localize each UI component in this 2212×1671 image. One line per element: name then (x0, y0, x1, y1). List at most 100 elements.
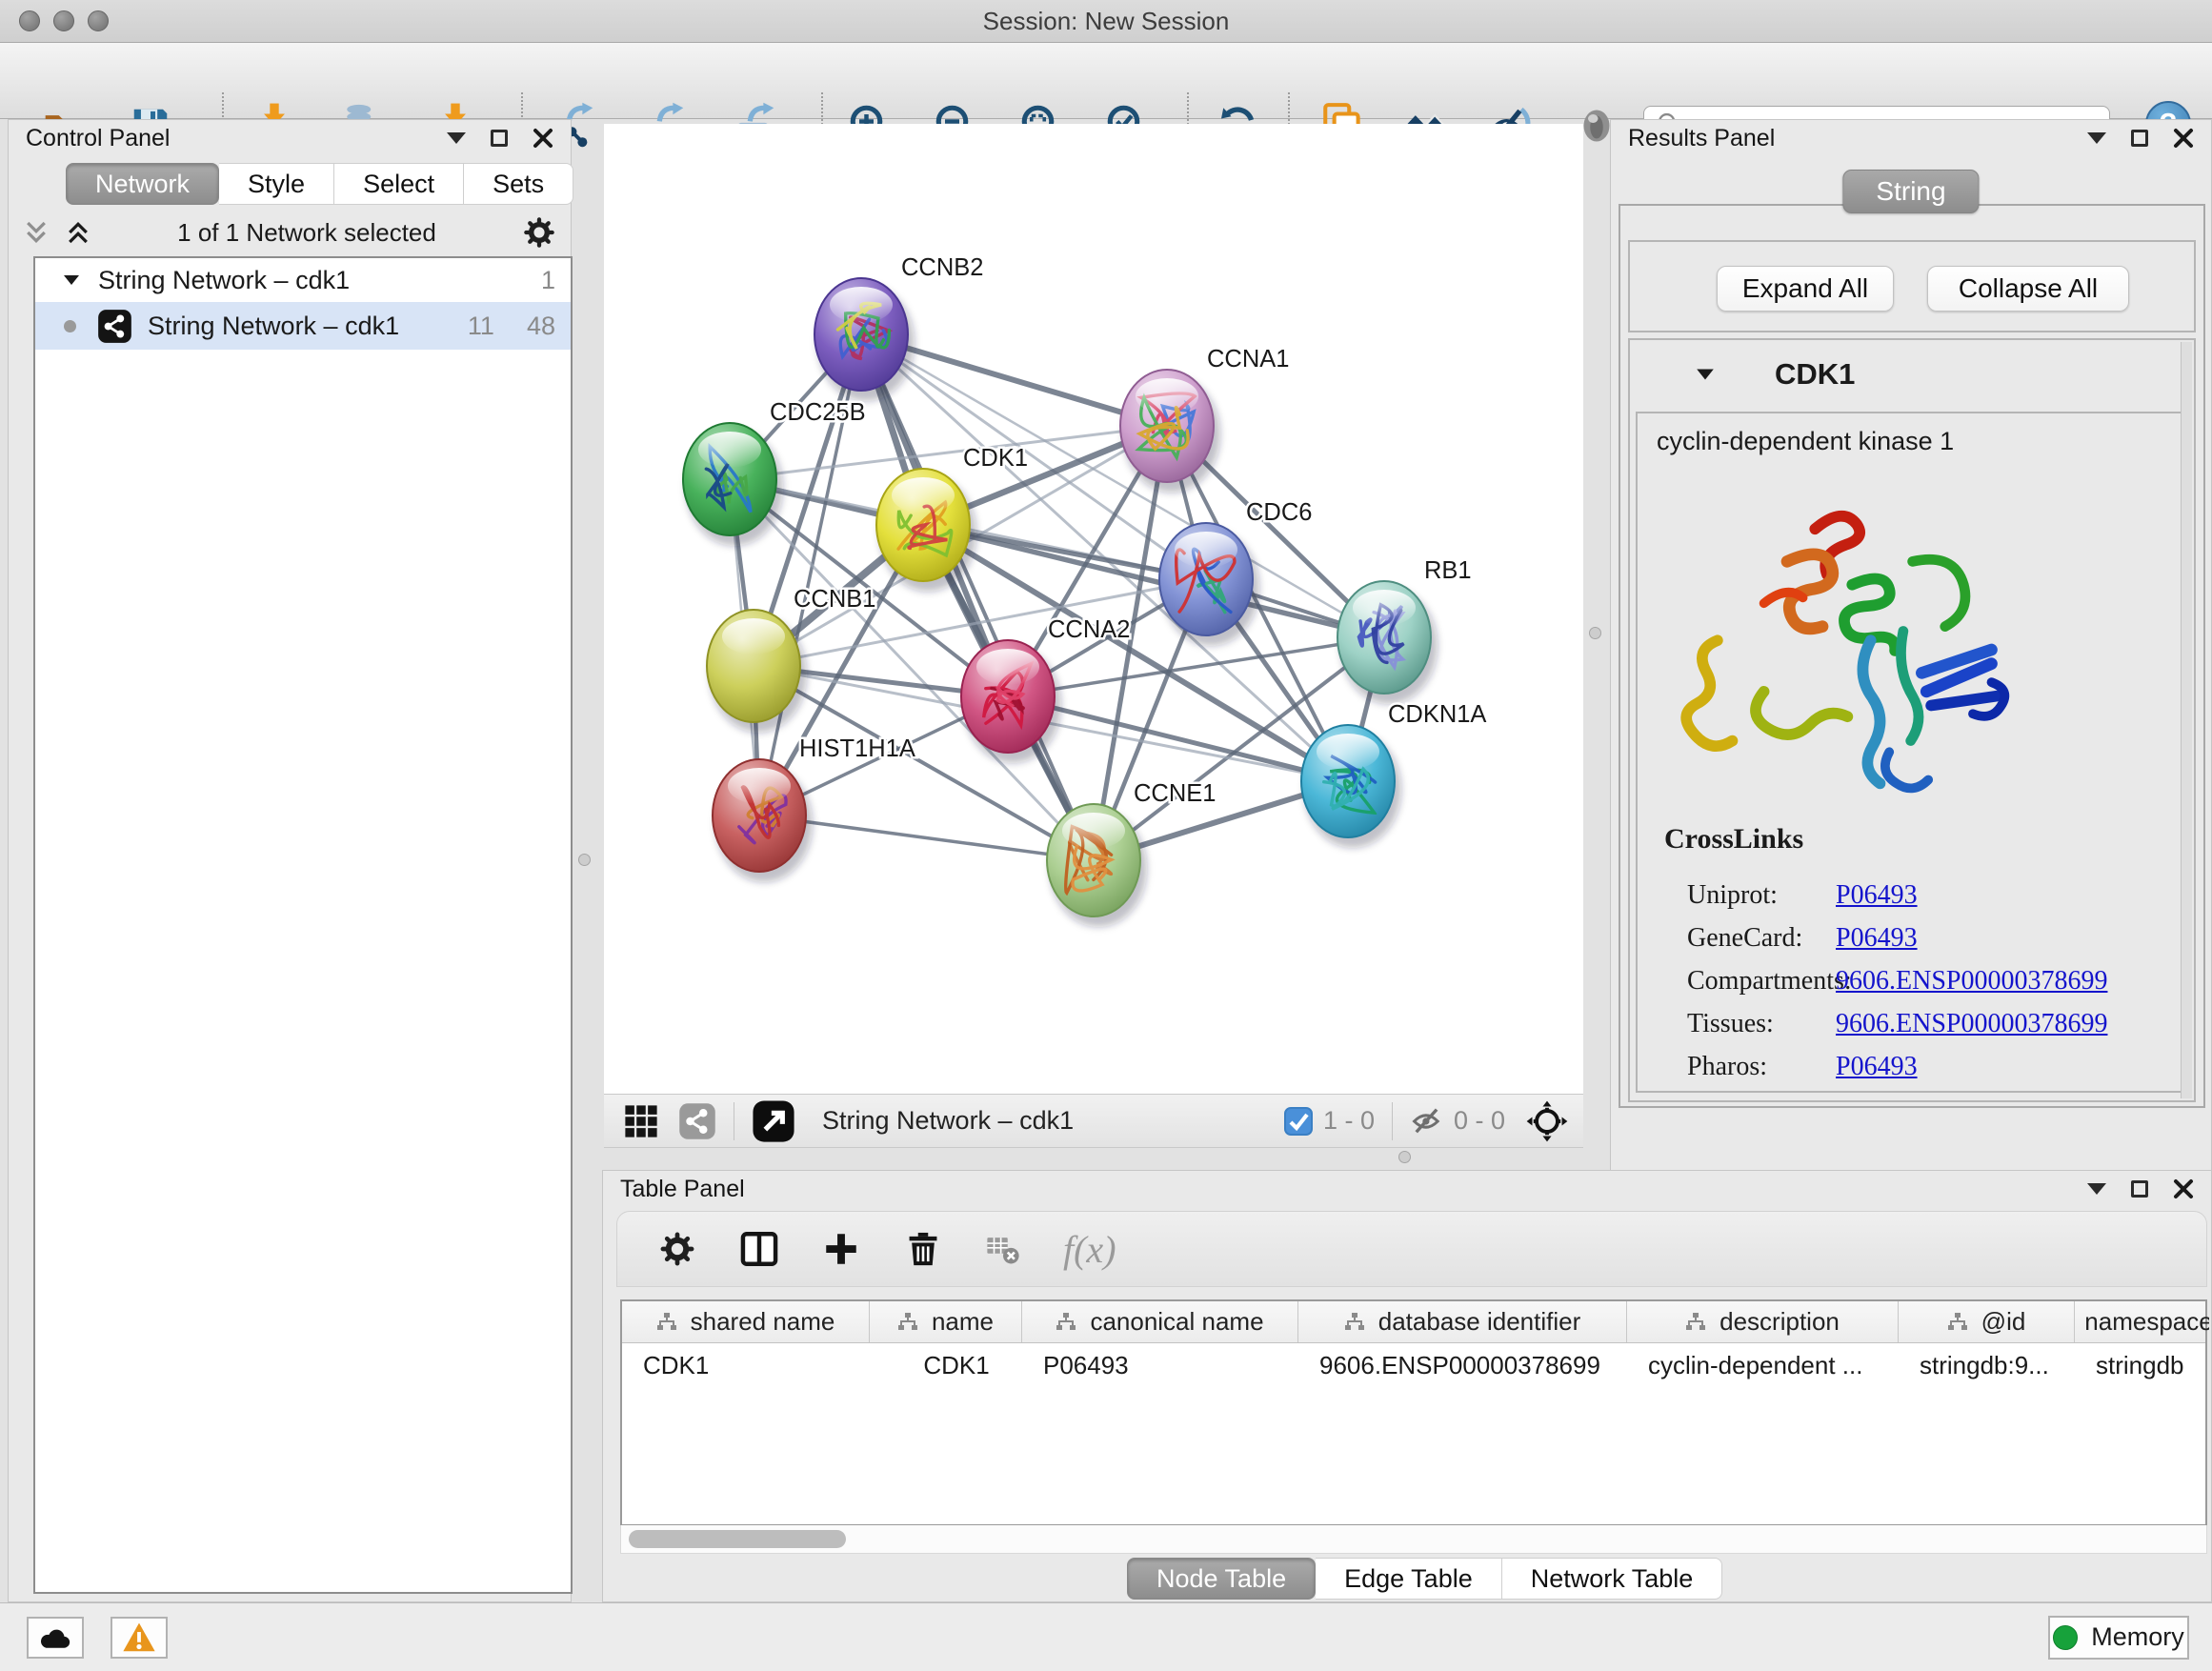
column-header-name[interactable]: name (870, 1301, 1022, 1342)
warning-status-button[interactable] (111, 1617, 168, 1659)
table-cell[interactable]: P06493 (1022, 1351, 1298, 1380)
column-header-canonical-name[interactable]: canonical name (1022, 1301, 1298, 1342)
panel-close-icon[interactable] (2173, 128, 2194, 149)
cytoscape-window: { "window": { "title": "Session: New Ses… (0, 0, 2212, 1671)
network-row-selected[interactable]: String Network – cdk1 11 48 (35, 302, 571, 350)
crosslink-pharos[interactable]: P06493 (1836, 1052, 1918, 1090)
selected-checkbox-icon[interactable] (1283, 1106, 1314, 1137)
panel-float-icon[interactable] (491, 130, 508, 147)
table-cell[interactable]: stringdb (2075, 1351, 2209, 1380)
collapse-all-button[interactable]: Collapse All (1927, 266, 2129, 312)
network-label: String Network – cdk1 (148, 312, 399, 341)
tab-node-table[interactable]: Node Table (1127, 1558, 1316, 1600)
crosslink-label: Tissues: (1687, 1009, 1836, 1047)
bottom-splitter-handle[interactable] (1398, 1151, 1411, 1163)
table-panel: Table Panel f(x) shared namenamecanonica… (602, 1170, 2212, 1602)
add-column-icon[interactable] (821, 1229, 861, 1269)
results-panel-header: Results Panel (1611, 120, 2211, 156)
crosslink-tissues[interactable]: 9606.ENSP00000378699 (1836, 1009, 2107, 1047)
table-cell[interactable]: 9606.ENSP00000378699 (1298, 1351, 1627, 1380)
pan-crosshair-icon[interactable] (1526, 1100, 1568, 1142)
column-header-description[interactable]: description (1627, 1301, 1899, 1342)
network-view-icon[interactable] (678, 1102, 716, 1140)
panel-close-icon[interactable] (2173, 1178, 2194, 1199)
network-node-CCNE1[interactable]: CCNE1 (1047, 780, 1216, 927)
results-panel-title: Results Panel (1628, 125, 1775, 152)
tab-style[interactable]: Style (219, 163, 334, 205)
crosslink-compartments[interactable]: 9606.ENSP00000378699 (1836, 966, 2107, 1004)
crosslink-genecard[interactable]: P06493 (1836, 923, 1918, 961)
crosslink-label: GeneCard: (1687, 923, 1836, 961)
tab-network-table[interactable]: Network Table (1502, 1558, 1723, 1600)
show-columns-icon[interactable] (739, 1229, 779, 1269)
network-node-HIST1H1A[interactable]: HIST1H1A (713, 735, 915, 882)
network-canvas[interactable]: CCNB2CCNA1CDC25BCDK1CDC6RB1CCNB1CCNA2CDK… (604, 124, 1583, 1094)
column-header-database-identifier[interactable]: database identifier (1298, 1301, 1627, 1342)
node-label: CCNB2 (901, 254, 983, 281)
table-cell[interactable]: CDK1 (622, 1351, 870, 1380)
gene-header[interactable]: CDK1 (1630, 340, 2194, 409)
control-panel-tabs: NetworkStyleSelectSets (66, 163, 573, 205)
window-title: Session: New Session (0, 7, 2212, 36)
collapse-all-icon[interactable] (22, 218, 50, 247)
memory-button[interactable]: Memory (2048, 1616, 2189, 1660)
expand-all-icon[interactable] (64, 218, 92, 247)
table-cell[interactable]: CDK1 (870, 1351, 1022, 1380)
table-row[interactable]: CDK1CDK1P064939606.ENSP00000378699cyclin… (622, 1343, 2205, 1387)
hidden-eye-icon[interactable] (1410, 1104, 1444, 1138)
network-node-CCNA1[interactable]: CCNA1 (1120, 346, 1289, 493)
scrollbar-thumb[interactable] (629, 1530, 846, 1548)
title-bar: Session: New Session (0, 0, 2212, 43)
right-splitter-handle[interactable] (1589, 627, 1601, 639)
network-node-CCNB1[interactable]: CCNB1 (707, 586, 875, 733)
memory-label: Memory (2091, 1622, 2184, 1652)
expand-all-button[interactable]: Expand All (1717, 266, 1894, 312)
tab-network[interactable]: Network (66, 163, 219, 205)
gene-result-box: CDK1 cyclin-dependent kinase 1 (1628, 338, 2196, 1102)
grid-view-icon[interactable] (623, 1103, 659, 1139)
panel-float-icon[interactable] (2131, 130, 2148, 147)
gear-icon[interactable] (521, 214, 557, 251)
cloud-status-button[interactable] (27, 1617, 84, 1659)
left-splitter-handle[interactable] (578, 854, 591, 866)
tab-select[interactable]: Select (334, 163, 464, 205)
delete-table-icon (985, 1231, 1021, 1267)
network-node-RB1[interactable]: RB1 (1337, 557, 1472, 704)
network-edge[interactable] (861, 334, 1094, 860)
tab-string[interactable]: String (1842, 170, 1979, 213)
status-bar: Memory (0, 1602, 2212, 1671)
network-collection-row[interactable]: String Network – cdk1 1 (35, 258, 571, 302)
table-cell[interactable]: stringdb:9... (1899, 1351, 2075, 1380)
panel-menu-icon[interactable] (2087, 132, 2106, 144)
results-scrollbar[interactable] (2181, 342, 2192, 1098)
table-header-row: shared namenamecanonical name database id… (622, 1301, 2205, 1343)
table-horizontal-scrollbar[interactable] (620, 1525, 2207, 1554)
column-header-namespace[interactable]: namespace (2075, 1301, 2209, 1342)
collapse-triangle-icon[interactable] (1695, 364, 1716, 385)
panel-menu-icon[interactable] (447, 132, 466, 144)
table-cell[interactable]: cyclin-dependent ... (1627, 1351, 1899, 1380)
network-node-CCNB2[interactable]: CCNB2 (814, 254, 983, 401)
selected-count: 1 - 0 (1323, 1106, 1375, 1136)
memory-status-dot (2053, 1625, 2078, 1650)
warning-icon (121, 1620, 157, 1656)
network-status-dot (64, 320, 76, 332)
column-header-shared-name[interactable]: shared name (622, 1301, 870, 1342)
delete-column-icon[interactable] (903, 1229, 943, 1269)
tab-edge-table[interactable]: Edge Table (1316, 1558, 1502, 1600)
separator (1392, 1102, 1393, 1140)
panel-menu-icon[interactable] (2087, 1183, 2106, 1195)
table-panel-header: Table Panel (603, 1171, 2211, 1207)
main-toolbar: ? (0, 43, 2212, 119)
crosslink-uniprot[interactable]: P06493 (1836, 880, 1918, 918)
tab-sets[interactable]: Sets (464, 163, 573, 205)
column-header-id[interactable]: @id (1899, 1301, 2075, 1342)
network-node-CDKN1A[interactable]: CDKN1A (1301, 701, 1486, 848)
collapse-triangle-icon[interactable] (62, 271, 81, 290)
string-network-icon (97, 309, 132, 344)
birdseye-toggle-icon[interactable] (752, 1099, 795, 1143)
column-header-label: database identifier (1378, 1307, 1580, 1337)
panel-float-icon[interactable] (2131, 1180, 2148, 1198)
table-settings-gear-icon[interactable] (657, 1229, 697, 1269)
panel-close-icon[interactable] (533, 128, 553, 149)
